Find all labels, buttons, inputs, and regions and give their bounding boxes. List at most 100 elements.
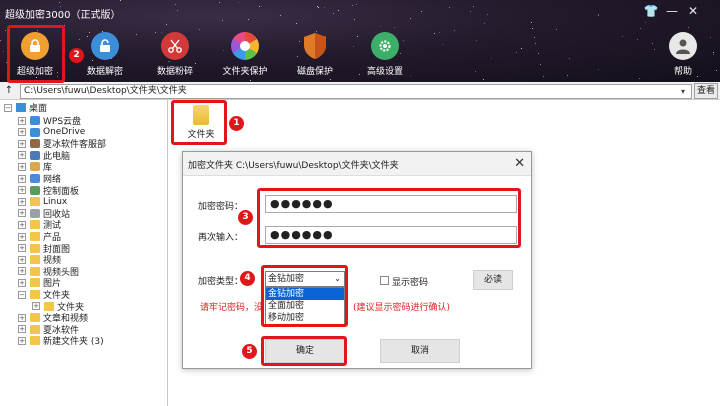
star (351, 5, 353, 7)
password-label: 加密密码： (198, 202, 244, 212)
super-encrypt-button[interactable]: 超级加密 (0, 30, 70, 80)
confirm-password-input[interactable]: ●●●●●● (265, 226, 517, 244)
star (409, 17, 411, 19)
expand-icon[interactable]: + (18, 197, 26, 206)
star (295, 23, 297, 25)
star (355, 4, 357, 6)
folder-icon (30, 255, 40, 265)
chevron-down-icon: ⌄ (334, 274, 341, 283)
expand-icon[interactable]: + (18, 220, 26, 229)
expand-icon[interactable]: + (18, 267, 26, 276)
expand-icon[interactable]: + (18, 313, 26, 322)
file-item-folder[interactable]: 文件夹 (178, 100, 224, 144)
disk-protect-button[interactable]: 磁盘保护 (280, 30, 350, 80)
folder-icon (30, 220, 40, 230)
expand-icon[interactable]: + (18, 232, 26, 241)
desktop-icon (16, 103, 26, 112)
data-decrypt-label: 数据解密 (86, 67, 123, 77)
folder-icon (30, 290, 40, 299)
step-badge: 3 (238, 210, 253, 225)
chevron-down-icon[interactable]: ▾ (681, 84, 685, 99)
expand-icon[interactable]: + (18, 174, 26, 183)
expand-icon[interactable]: + (18, 151, 26, 160)
gear-icon (371, 32, 399, 60)
step-badge: 2 (69, 48, 84, 63)
star (120, 0, 122, 2)
file-protect-button[interactable]: 文件夹保护 (210, 30, 280, 80)
star (63, 25, 65, 27)
password-input[interactable]: ●●●●●● (265, 195, 517, 213)
tree-root[interactable]: − 桌面 (4, 101, 47, 114)
star (354, 18, 356, 20)
encrypt-type-value: 金钻加密 (268, 274, 305, 284)
option-mobile[interactable]: 移动加密 (266, 312, 344, 324)
tree-item-label: OneDrive (43, 127, 86, 138)
ok-button[interactable]: 确定 (265, 339, 345, 363)
star (638, 77, 640, 79)
path-input[interactable]: C:\Users\fuwu\Desktop\文件夹\文件夹 (20, 84, 692, 99)
expand-icon[interactable]: + (18, 278, 26, 287)
option-gold[interactable]: 金钻加密 (266, 288, 344, 300)
star (521, 48, 523, 50)
expand-icon[interactable]: + (32, 302, 40, 311)
encrypt-type-select[interactable]: 金钻加密 ⌄ (265, 271, 345, 287)
expand-icon[interactable]: + (18, 244, 26, 253)
file-protect-label: 文件夹保护 (222, 67, 268, 77)
collapse-icon[interactable]: − (4, 103, 12, 112)
view-button[interactable]: 查看 (694, 83, 718, 99)
folder-icon (30, 243, 40, 253)
folder-tree: − 桌面 + WPS云盘 + OneDrive + 夏冰软件客服部 + 此电脑 + 库 + 网络 + 控制… (0, 100, 168, 406)
close-icon[interactable]: ✕ (685, 4, 701, 18)
close-icon[interactable]: ✕ (514, 156, 525, 171)
skin-icon[interactable]: 👕 (643, 4, 659, 18)
collapse-icon[interactable]: − (18, 290, 26, 299)
help-label: 帮助 (673, 67, 692, 77)
advanced-settings-label: 高级设置 (366, 67, 403, 77)
folder-icon (44, 301, 54, 311)
star (248, 19, 250, 20)
minimize-icon[interactable]: — (664, 4, 680, 18)
help-button[interactable]: 帮助 (648, 30, 718, 80)
expand-icon[interactable]: + (18, 128, 26, 137)
star (434, 32, 436, 34)
top-toolbar: 超级加密3000（正式版） 👕 — ✕ 超级加密 数据解密 数据粉碎 文件夹保护… (0, 0, 720, 82)
app-title: 超级加密3000（正式版） (5, 10, 121, 21)
show-password-checkbox[interactable] (380, 276, 389, 285)
aperture-icon (231, 32, 259, 60)
confirm-password-label: 再次输入： (198, 233, 244, 243)
advanced-settings-button[interactable]: 高级设置 (350, 30, 420, 80)
option-full[interactable]: 全面加密 (266, 300, 344, 312)
computer-icon (30, 150, 40, 160)
address-bar: ↑ C:\Users\fuwu\Desktop\文件夹\文件夹 ▾ 查看 (0, 82, 720, 100)
expand-icon[interactable]: + (18, 116, 26, 125)
star (393, 27, 395, 29)
star (530, 21, 532, 23)
expand-icon[interactable]: + (18, 336, 26, 345)
step-badge: 4 (240, 271, 255, 286)
expand-icon[interactable]: + (18, 186, 26, 195)
must-read-button[interactable]: 必读 (473, 270, 513, 290)
expand-icon[interactable]: + (18, 325, 26, 334)
star (566, 75, 568, 76)
expand-icon[interactable]: + (18, 162, 26, 171)
star (687, 26, 689, 28)
expand-icon[interactable]: + (18, 255, 26, 264)
lock-icon (21, 32, 49, 60)
up-arrow-icon[interactable]: ↑ (2, 84, 16, 98)
folder-icon (30, 197, 40, 207)
star (58, 1, 60, 3)
expand-icon[interactable]: + (18, 139, 26, 148)
step-badge: 5 (242, 344, 257, 359)
folder-icon (30, 336, 40, 346)
star (324, 7, 326, 9)
folder-icon (30, 232, 40, 241)
star (337, 10, 339, 12)
tree-item-label: Linux (43, 196, 68, 207)
data-shred-button[interactable]: 数据粉碎 (140, 30, 210, 80)
star (449, 7, 451, 9)
star (538, 52, 540, 54)
cancel-button[interactable]: 取消 (380, 339, 460, 363)
tree-item[interactable]: + 新建文件夹 (3) (18, 334, 104, 347)
expand-icon[interactable]: + (18, 209, 26, 218)
super-encrypt-label: 超级加密 (16, 67, 53, 77)
